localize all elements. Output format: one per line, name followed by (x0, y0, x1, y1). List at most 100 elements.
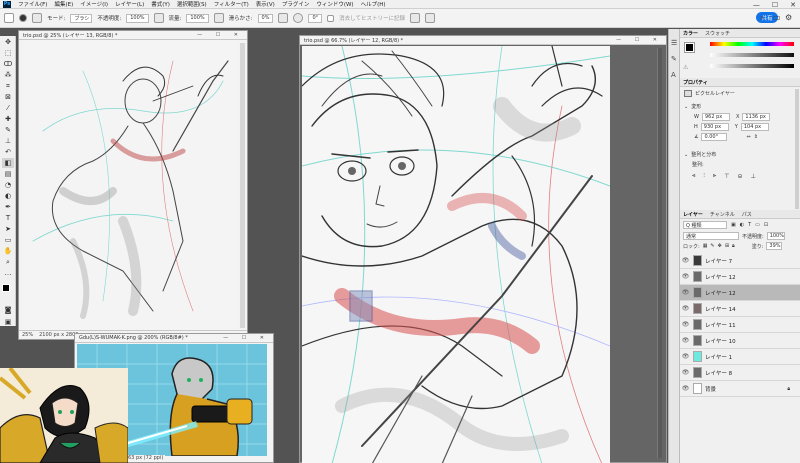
layer-row[interactable]: 👁︎ レイヤー 10 (680, 333, 800, 349)
brush-settings-icon[interactable] (32, 13, 42, 23)
doc-left-window-controls[interactable]: — ☐ ✕ (197, 32, 247, 38)
tab-properties[interactable]: プロパティ (683, 79, 708, 86)
zoom-icon[interactable]: ⌕ (2, 257, 14, 267)
settings-icon[interactable]: ⚙ (785, 13, 792, 22)
eye-icon[interactable]: 👁︎ (680, 385, 691, 392)
menu-select[interactable]: 選択範囲(S) (177, 0, 207, 8)
lock-transparency-icon[interactable]: ▦ (703, 243, 708, 249)
angle-field[interactable]: 0.00° (701, 133, 728, 141)
doc-main-title[interactable]: trio.psd @ 66.7% (レイヤー 12, RGB/8) * (304, 37, 403, 44)
menu-file[interactable]: ファイル(F) (18, 0, 47, 8)
flip-vertical-icon[interactable]: ⇕ (754, 134, 758, 140)
layer-row[interactable]: 👁︎ 背景 🔒︎ (680, 381, 800, 397)
filter-pixel-icon[interactable]: ▣ (731, 222, 736, 228)
eyedropper-icon[interactable]: ⁄ (2, 103, 14, 113)
align-right-icon[interactable]: ⫸ (713, 172, 716, 180)
lasso-icon[interactable]: ↀ (2, 59, 14, 69)
magic-wand-icon[interactable]: ⁂ (2, 70, 14, 80)
eye-icon[interactable]: 👁︎ (680, 353, 691, 360)
pressure-opacity-icon[interactable] (153, 13, 164, 23)
reference-image-partial[interactable] (0, 368, 128, 463)
eye-icon[interactable]: 👁︎ (680, 305, 691, 312)
brush-settings-panel-icon[interactable]: ✎ (671, 55, 677, 63)
doc-bottom-window-controls[interactable]: — ☐ ✕ (223, 335, 273, 341)
lock-position-icon[interactable]: ✥ (718, 243, 722, 249)
foreground-color-swatch[interactable] (2, 284, 10, 292)
doc-left-zoom[interactable]: 25% (22, 332, 33, 338)
eraser-tool-preset-icon[interactable] (4, 13, 14, 23)
lock-pixels-icon[interactable]: ✎ (710, 243, 714, 249)
tab-paths[interactable]: パス (742, 211, 752, 218)
type-icon[interactable]: T (2, 213, 14, 223)
search-icon[interactable]: ⌕ (760, 13, 764, 23)
eye-icon[interactable]: 👁︎ (680, 321, 691, 328)
gradient-icon[interactable]: ▤ (2, 169, 14, 179)
stamp-icon[interactable]: ⊥ (2, 136, 14, 146)
fill-input[interactable]: 39% (766, 242, 783, 250)
eye-icon[interactable]: 👁︎ (680, 289, 691, 296)
tab-layers[interactable]: レイヤー (683, 211, 703, 218)
smoothing-input[interactable]: 0% (257, 13, 274, 23)
menu-help[interactable]: ヘルプ(H) (361, 0, 386, 8)
layer-opacity-input[interactable]: 100% (766, 232, 785, 240)
filter-type-icon[interactable]: T (748, 222, 751, 228)
eraser-icon[interactable]: ◧ (2, 158, 14, 168)
filter-smart-icon[interactable]: ⊡ (764, 222, 768, 228)
chevron-down-icon[interactable]: ⌄ (684, 104, 688, 110)
menu-edit[interactable]: 編集(E) (54, 0, 73, 8)
symmetry-icon[interactable] (425, 13, 435, 23)
hue-slider[interactable] (710, 42, 794, 46)
height-field[interactable]: 930 px (700, 123, 729, 131)
layer-filter-select[interactable]: Q 種類 (683, 221, 727, 229)
align-bottom-icon[interactable]: ⊥ (751, 173, 756, 180)
layer-row[interactable]: 👁︎ レイヤー 14 (680, 301, 800, 317)
width-field[interactable]: 962 px (701, 113, 730, 121)
x-field[interactable]: 1136 px (742, 113, 771, 121)
pen-icon[interactable]: ✒ (2, 202, 14, 212)
menu-layer[interactable]: レイヤー(L) (115, 0, 144, 8)
angle-input[interactable]: 0° (308, 13, 323, 23)
dodge-icon[interactable]: ◐ (2, 191, 14, 201)
doc-left-title[interactable]: trio.psd @ 25% (レイヤー 13, RGB/8) * (23, 32, 117, 39)
brush-icon[interactable]: ✎ (2, 125, 14, 135)
history-brush-icon[interactable]: ↶ (2, 147, 14, 157)
tab-channels[interactable]: チャンネル (710, 211, 735, 218)
filter-adjustment-icon[interactable]: ◐ (740, 222, 744, 228)
hand-icon[interactable]: ✋ (2, 246, 14, 256)
menu-plugins[interactable]: プラグイン (282, 0, 310, 8)
blend-mode-select[interactable]: 通常 (683, 232, 739, 240)
panels-scrollbar[interactable] (795, 89, 799, 209)
blur-icon[interactable]: ◔ (2, 180, 14, 190)
eye-icon[interactable]: 👁︎ (680, 337, 691, 344)
doc-main-window-controls[interactable]: — ☐ ✕ (616, 37, 666, 43)
filter-shape-icon[interactable]: ▭ (755, 222, 760, 228)
maximize-button[interactable]: ☐ (772, 1, 778, 9)
opacity-input[interactable]: 100% (126, 13, 149, 23)
minimize-button[interactable]: — (753, 1, 760, 9)
align-section-title[interactable]: 整列と分布 (691, 151, 716, 158)
photoshop-logo[interactable]: Ps (3, 0, 11, 8)
screen-mode-icon[interactable]: ▣ (2, 317, 14, 327)
layer-row[interactable]: 👁︎ レイヤー 12 (680, 285, 800, 301)
foreground-color-chip[interactable] (684, 42, 695, 53)
eye-icon[interactable]: 👁︎ (680, 273, 691, 280)
saturation-slider[interactable] (710, 53, 794, 57)
brightness-slider[interactable] (710, 64, 794, 68)
mode-select[interactable]: ブラシ (70, 13, 93, 23)
marquee-icon[interactable]: ⬚ (2, 48, 14, 58)
menu-view[interactable]: 表示(V) (256, 0, 275, 8)
healing-icon[interactable]: ✚ (2, 114, 14, 124)
workspace-icon[interactable]: ▭ (773, 13, 781, 22)
lock-all-icon[interactable]: 🔒︎ (732, 243, 735, 249)
brush-preset-icon[interactable] (19, 14, 27, 22)
eye-icon[interactable]: 👁︎ (680, 369, 691, 376)
close-button[interactable]: ✕ (790, 1, 796, 9)
flow-input[interactable]: 100% (186, 13, 209, 23)
align-hcenter-icon[interactable]: ⫶ (703, 172, 705, 180)
layer-row[interactable]: 👁︎ レイヤー 8 (680, 365, 800, 381)
lock-icon[interactable]: 🔒︎ (787, 386, 790, 392)
character-panel-icon[interactable]: A (671, 71, 677, 79)
transform-section-title[interactable]: 変形 (691, 103, 701, 110)
path-select-icon[interactable]: ➤ (2, 224, 14, 234)
pressure-size-icon[interactable] (410, 13, 420, 23)
